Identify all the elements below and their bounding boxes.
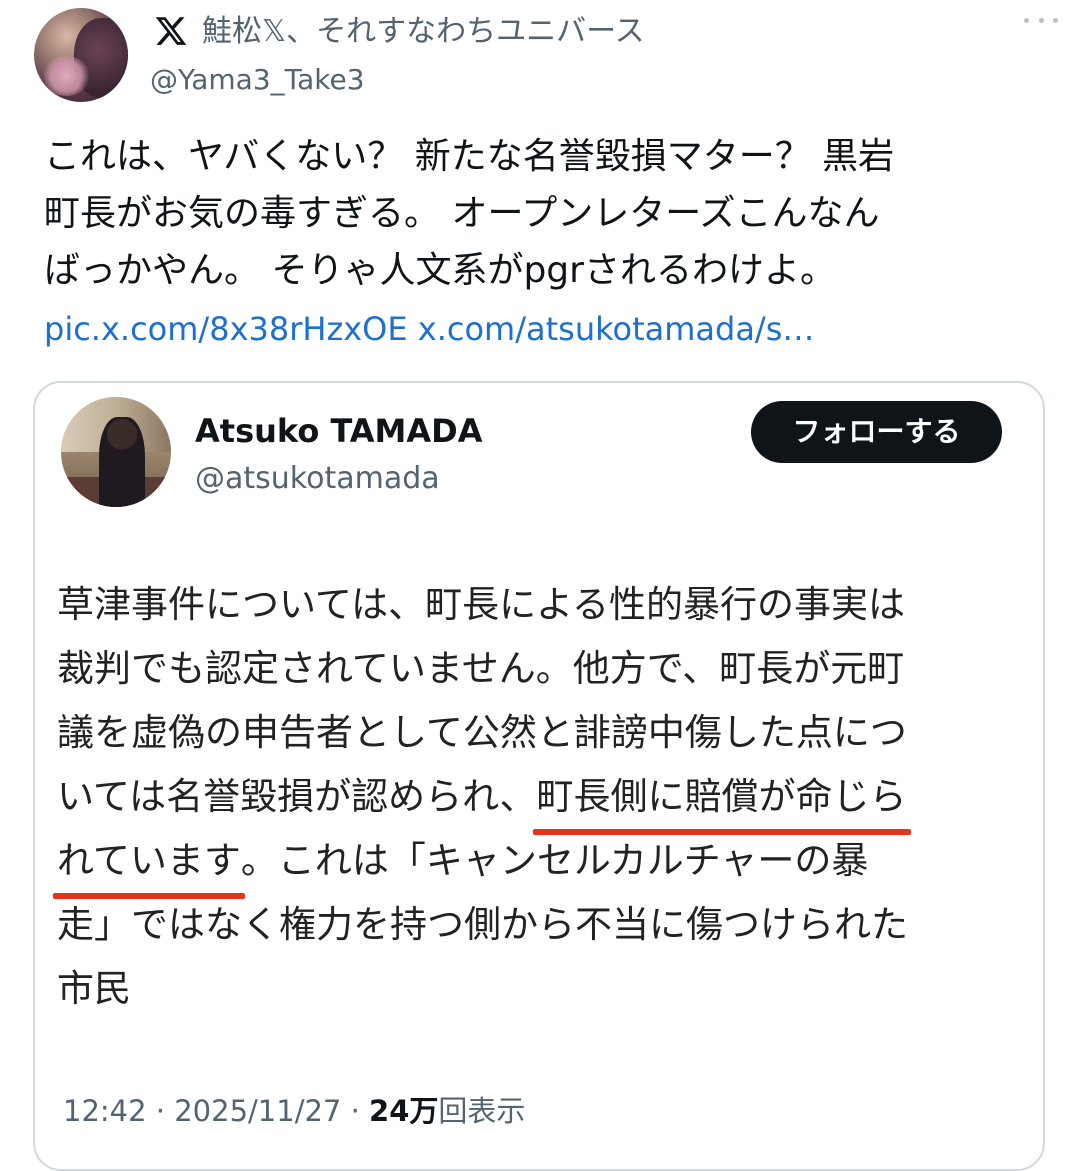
meta-separator: · xyxy=(341,1094,370,1128)
tweet-text: これは、ヤバくない？ 新たな名誉毀損マター？ 黒岩 町長がお気の毒すぎる。 オー… xyxy=(44,128,1034,299)
quoted-text-segment: いては名誉毀損が認められ、 xyxy=(57,775,537,818)
tweet-text-line: これは、ヤバくない？ 新たな名誉毀損マター？ 黒岩 xyxy=(44,136,895,177)
quoted-text-line: 草津事件については、町長による性的暴行の事実は xyxy=(57,583,906,626)
tweet-text-line: ばっかやん。 そりゃ人文系がpgrされるわけよ。 xyxy=(44,250,836,291)
tweet-links: pic.x.com/8x38rHzxOE x.com/atsukotamada/… xyxy=(44,304,814,354)
quoted-text-line: いては名誉毀損が認められ、町長側に賠償が命じら xyxy=(57,765,1017,835)
underlined-text: 町長側に賠償が命じら xyxy=(532,765,911,835)
avatar[interactable] xyxy=(34,8,128,102)
post-time[interactable]: 12:42 xyxy=(63,1094,147,1128)
quoted-tweet-card[interactable]: Atsuko TAMADA @atsukotamada フォローする 草津事件に… xyxy=(33,381,1045,1171)
quoted-text-line: 市民 xyxy=(57,967,131,1010)
quoted-text-line: 走」ではなく権力を持つ側から不当に傷つけられた xyxy=(57,903,908,946)
more-icon[interactable] xyxy=(1024,10,1058,30)
quoted-handle[interactable]: @atsukotamada xyxy=(195,459,440,499)
tweet: 鮭松𝕏、それすなわちユニバース @Yama3_Take3 これは、ヤバくない？ … xyxy=(0,0,1071,1171)
post-date[interactable]: 2025/11/27 xyxy=(174,1094,341,1128)
quoted-text-segment: 。これは「キャンセルカルチャーの暴 xyxy=(240,839,869,882)
quoted-text-line: れています。これは「キャンセルカルチャーの暴 xyxy=(53,829,1017,899)
display-name[interactable]: 鮭松𝕏、それすなわちユニバース xyxy=(202,12,645,52)
pic-link[interactable]: pic.x.com/8x38rHzxOE xyxy=(44,310,408,348)
view-count: 24万 xyxy=(369,1094,439,1128)
quoted-avatar[interactable] xyxy=(61,397,171,507)
quoted-tweet-text: 草津事件については、町長による性的暴行の事実は 裁判でも認定されていません。他方… xyxy=(53,573,1017,1021)
url-link[interactable]: x.com/atsukotamada/s… xyxy=(418,310,815,348)
quoted-text-line: 裁判でも認定されていません。他方で、町長が元町 xyxy=(57,647,905,690)
view-label: 回表示 xyxy=(438,1094,526,1128)
user-handle[interactable]: @Yama3_Take3 xyxy=(150,60,365,100)
quoted-text-line: 議を虚偽の申告者として公然と誹謗中傷した点につ xyxy=(57,711,907,754)
underlined-text: れています xyxy=(53,829,245,899)
follow-button[interactable]: フォローする xyxy=(751,401,1002,463)
x-logo-icon xyxy=(155,17,187,45)
tweet-text-line: 町長がお気の毒すぎる。 オープンレターズこんなん xyxy=(44,193,880,234)
meta-separator: · xyxy=(146,1094,175,1128)
quoted-meta: 12:42 · 2025/11/27 · 24万回表示 xyxy=(63,1089,525,1133)
quoted-display-name[interactable]: Atsuko TAMADA xyxy=(195,409,482,453)
